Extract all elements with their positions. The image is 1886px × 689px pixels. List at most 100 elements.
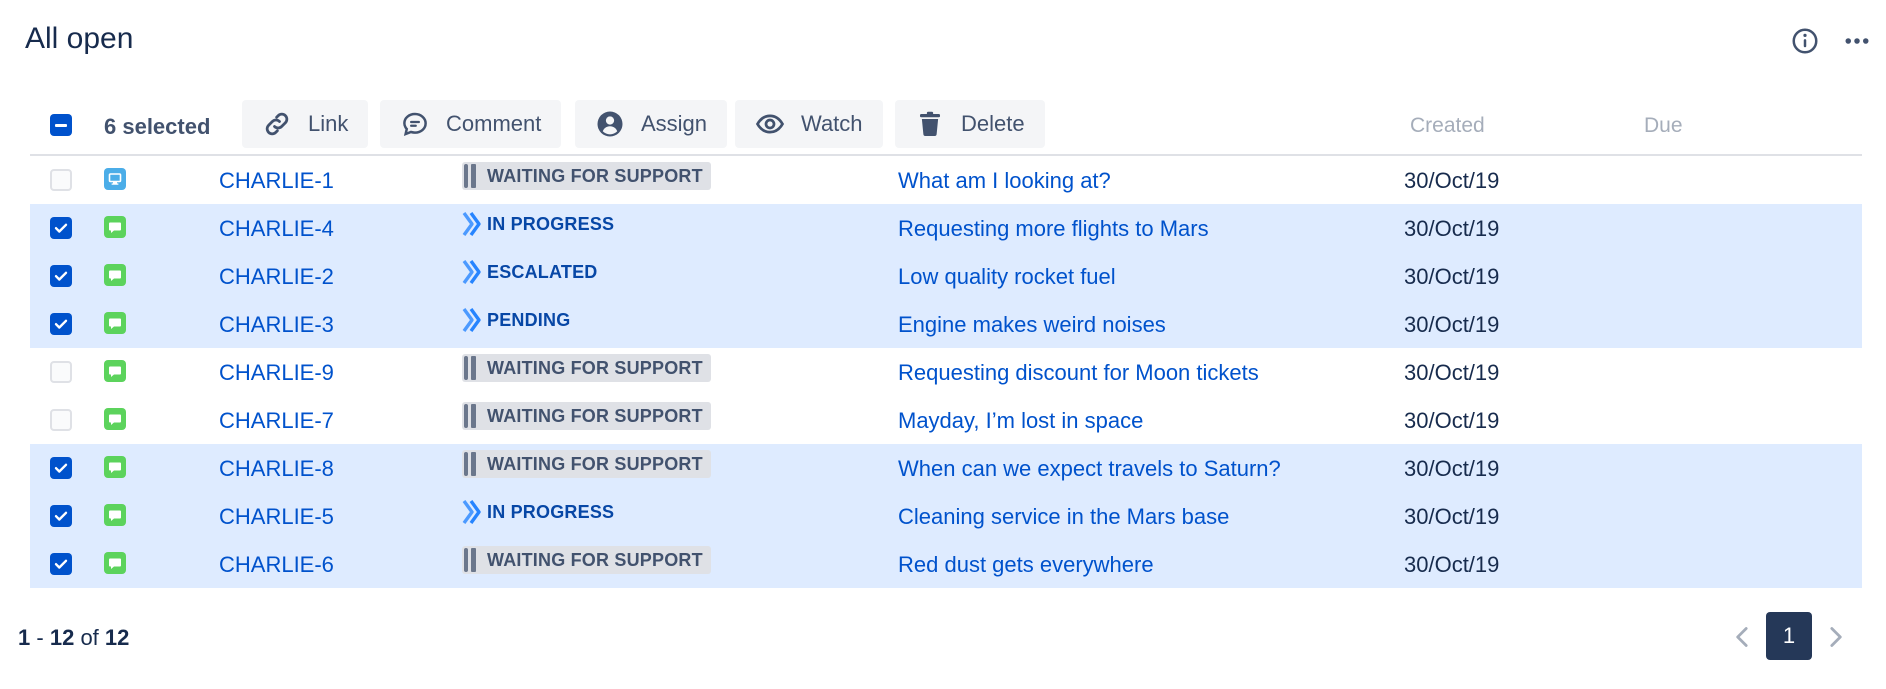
table-row[interactable]: CHARLIE-6 WAITING FOR SUPPORT Red dust get… xyxy=(30,540,1862,588)
issue-summary-link[interactable]: Engine makes weird noises xyxy=(898,312,1166,338)
issue-summary-link[interactable]: Requesting discount for Moon tickets xyxy=(898,360,1259,386)
status-bars-icon xyxy=(464,452,476,476)
status-label: PENDING xyxy=(487,309,571,330)
range-total: 12 xyxy=(104,625,130,650)
status-bars-icon xyxy=(464,404,476,428)
created-date: 30/Oct/19 xyxy=(1404,168,1500,193)
row-checkbox[interactable] xyxy=(50,457,72,479)
table-row[interactable]: CHARLIE-5 IN PROGRESS Cleaning service in … xyxy=(30,492,1862,540)
row-checkbox[interactable] xyxy=(50,409,72,431)
created-date: 30/Oct/19 xyxy=(1404,408,1500,433)
status-lozenge: WAITING FOR SUPPORT xyxy=(462,546,711,574)
info-icon[interactable] xyxy=(1790,26,1820,56)
status-lozenge: IN PROGRESS xyxy=(462,498,614,526)
column-header-created[interactable]: Created xyxy=(1410,114,1485,138)
issue-summary-link[interactable]: Cleaning service in the Mars base xyxy=(898,504,1229,530)
status-label: WAITING FOR SUPPORT xyxy=(487,549,703,570)
checkmark-icon xyxy=(54,271,68,281)
assign-button-label: Assign xyxy=(641,111,708,136)
status-bars-icon xyxy=(464,164,476,188)
table-row[interactable]: CHARLIE-9 WAITING FOR SUPPORT Requesting d… xyxy=(30,348,1862,396)
row-checkbox[interactable] xyxy=(50,169,72,191)
issue-table: CHARLIE-1 WAITING FOR SUPPORT What am I lo… xyxy=(30,156,1862,588)
link-button[interactable]: Link xyxy=(242,100,369,148)
comment-icon xyxy=(403,112,427,136)
issue-summary-link[interactable]: Low quality rocket fuel xyxy=(898,264,1116,290)
issue-summary-link[interactable]: When can we expect travels to Saturn? xyxy=(898,456,1281,482)
issue-key-link[interactable]: CHARLIE-2 xyxy=(219,264,334,290)
row-checkbox[interactable] xyxy=(50,313,72,335)
service-request-icon xyxy=(104,456,126,478)
person-icon xyxy=(597,111,623,137)
issue-summary-link[interactable]: Red dust gets everywhere xyxy=(898,552,1154,578)
page-button-current[interactable]: 1 xyxy=(1766,612,1812,660)
table-row[interactable]: CHARLIE-3 PENDING Engine makes weird noise… xyxy=(30,300,1862,348)
row-checkbox[interactable] xyxy=(50,361,72,383)
status-chevron-icon xyxy=(462,260,481,284)
select-all-checkbox[interactable] xyxy=(50,114,72,136)
status-lozenge: WAITING FOR SUPPORT xyxy=(462,162,711,190)
service-request-icon xyxy=(104,264,126,286)
eye-icon xyxy=(755,114,785,134)
service-request-icon xyxy=(104,504,126,526)
column-header-due[interactable]: Due xyxy=(1644,114,1683,138)
service-request-icon xyxy=(104,408,126,430)
row-checkbox[interactable] xyxy=(50,217,72,239)
table-row[interactable]: CHARLIE-4 IN PROGRESS Requesting more flig… xyxy=(30,204,1862,252)
delete-button-label: Delete xyxy=(961,111,1025,136)
issue-summary-link[interactable]: What am I looking at? xyxy=(898,168,1111,194)
watch-button[interactable]: Watch xyxy=(735,100,883,148)
status-lozenge: ESCALATED xyxy=(462,258,597,286)
checkmark-icon xyxy=(54,319,68,329)
row-checkbox[interactable] xyxy=(50,505,72,527)
more-icon[interactable] xyxy=(1840,26,1874,56)
status-lozenge: WAITING FOR SUPPORT xyxy=(462,450,711,478)
chevron-right-icon[interactable] xyxy=(1822,620,1848,654)
table-row[interactable]: CHARLIE-1 WAITING FOR SUPPORT What am I lo… xyxy=(30,156,1862,204)
row-checkbox[interactable] xyxy=(50,553,72,575)
status-label: WAITING FOR SUPPORT xyxy=(487,453,703,474)
issue-key-link[interactable]: CHARLIE-4 xyxy=(219,216,334,242)
range-end: 12 xyxy=(49,625,75,650)
status-label: WAITING FOR SUPPORT xyxy=(487,405,703,426)
issue-key-link[interactable]: CHARLIE-1 xyxy=(219,168,334,194)
table-row[interactable]: CHARLIE-7 WAITING FOR SUPPORT Mayday, I’m … xyxy=(30,396,1862,444)
trash-icon xyxy=(920,111,940,137)
issue-key-link[interactable]: CHARLIE-8 xyxy=(219,456,334,482)
created-date: 30/Oct/19 xyxy=(1404,360,1500,385)
created-date: 30/Oct/19 xyxy=(1404,552,1500,577)
issue-summary-link[interactable]: Mayday, I’m lost in space xyxy=(898,408,1143,434)
status-bars-icon xyxy=(464,548,476,572)
issue-key-link[interactable]: CHARLIE-5 xyxy=(219,504,334,530)
assign-button[interactable]: Assign xyxy=(575,100,728,148)
status-chevron-icon xyxy=(462,308,481,332)
comment-button[interactable]: Comment xyxy=(380,100,562,148)
issue-key-link[interactable]: CHARLIE-3 xyxy=(219,312,334,338)
created-date: 30/Oct/19 xyxy=(1404,216,1500,241)
range-start: 1 xyxy=(18,625,31,650)
change-request-icon xyxy=(104,168,126,190)
status-label: WAITING FOR SUPPORT xyxy=(487,165,703,186)
link-button-label: Link xyxy=(308,111,349,136)
pagination-summary: 1 - 12 of 12 xyxy=(18,625,129,651)
table-row[interactable]: CHARLIE-8 WAITING FOR SUPPORT When can we … xyxy=(30,444,1862,492)
issue-key-link[interactable]: CHARLIE-9 xyxy=(219,360,334,386)
checkmark-icon xyxy=(54,223,68,233)
range-separator: - xyxy=(36,625,44,650)
bulk-action-toolbar: 6 selected Link Comment Assign Watch Del… xyxy=(30,100,1862,156)
table-row[interactable]: CHARLIE-2 ESCALATED Low quality rocket fue… xyxy=(30,252,1862,300)
row-checkbox[interactable] xyxy=(50,265,72,287)
chevron-left-icon[interactable] xyxy=(1730,620,1756,654)
issue-key-link[interactable]: CHARLIE-6 xyxy=(219,552,334,578)
status-lozenge: IN PROGRESS xyxy=(462,210,614,238)
status-label: ESCALATED xyxy=(487,261,598,282)
delete-button[interactable]: Delete xyxy=(895,100,1045,148)
status-label: IN PROGRESS xyxy=(487,501,615,522)
status-lozenge: WAITING FOR SUPPORT xyxy=(462,354,711,382)
issue-key-link[interactable]: CHARLIE-7 xyxy=(219,408,334,434)
status-lozenge: PENDING xyxy=(462,306,570,334)
header-actions xyxy=(1766,22,1886,62)
checkmark-icon xyxy=(54,559,68,569)
created-date: 30/Oct/19 xyxy=(1404,504,1500,529)
issue-summary-link[interactable]: Requesting more flights to Mars xyxy=(898,216,1209,242)
